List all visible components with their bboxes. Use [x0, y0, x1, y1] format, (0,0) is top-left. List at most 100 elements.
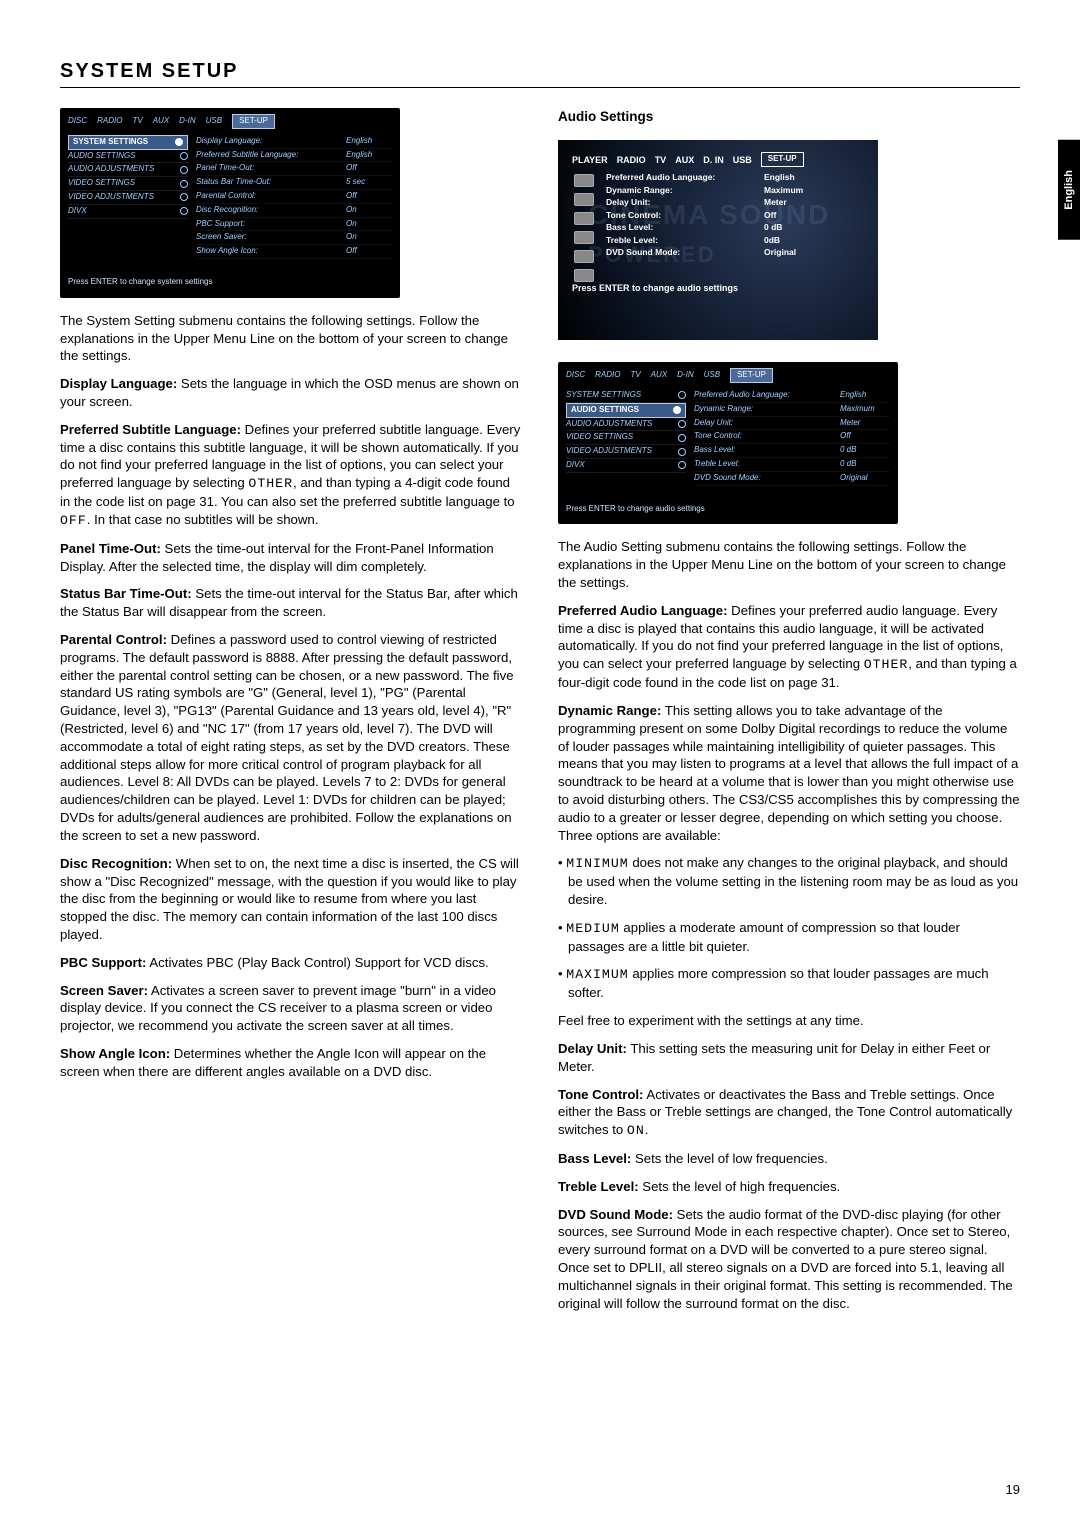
osd-setting-value: English [346, 149, 392, 163]
osd-setting-value: 5 sec [346, 176, 392, 190]
osd-setting-label: Screen Saver: [196, 231, 346, 245]
bullet-maximum: • MAXIMUM applies more compression so th… [558, 965, 1020, 1002]
osd-menu-item: VIDEO ADJUSTMENTS [566, 445, 686, 459]
osd-menu-item: SYSTEM SETTINGS [68, 135, 188, 150]
osd-tab-active: SET-UP [232, 114, 275, 129]
osd-setting-value: On [346, 231, 392, 245]
osd-tabs: DISC RADIO TV AUX D-IN USB SET-UP [566, 368, 890, 383]
osd-setting-label: Panel Time-Out: [196, 162, 346, 176]
radio-dot-icon [678, 434, 686, 442]
osd-tab: DISC [68, 116, 87, 127]
page-title: SYSTEM SETUP [60, 60, 1020, 83]
audio-settings-photo: CINEMA SOUND POWERED PLAYER RADIO TV AUX… [558, 140, 878, 340]
osd-setting-label: Preferred Subtitle Language: [196, 149, 346, 163]
photo-tab: USB [733, 154, 752, 166]
osd-setting-value: Off [346, 245, 392, 259]
osd-menu-item: SYSTEM SETTINGS [566, 389, 686, 403]
osd-menu-item: AUDIO SETTINGS [566, 403, 686, 418]
radio-dot-icon [678, 420, 686, 428]
page-number: 19 [1006, 1482, 1020, 1497]
photo-tab: AUX [675, 154, 694, 166]
bullet-minimum: • MINIMUM does not make any changes to t… [558, 854, 1020, 908]
para-parental-control: Parental Control: Defines a password use… [60, 631, 522, 845]
para-show-angle-icon: Show Angle Icon: Determines whether the … [60, 1045, 522, 1081]
osd-setting-value: 0 dB [840, 458, 890, 472]
source-icon [574, 174, 594, 187]
radio-dot-icon [180, 180, 188, 188]
para-experiment: Feel free to experiment with the setting… [558, 1012, 1020, 1030]
source-icon [574, 212, 594, 225]
source-icon [574, 231, 594, 244]
radio-dot-icon [180, 207, 188, 215]
photo-setting-row: Dynamic Range:Maximum [606, 185, 803, 196]
osd-setting-label: PBC Support: [196, 218, 346, 232]
osd-audio-settings-screenshot: DISC RADIO TV AUX D-IN USB SET-UP SYSTEM… [558, 362, 898, 524]
osd-tab: D-IN [179, 116, 195, 127]
photo-tab: PLAYER [572, 154, 608, 166]
osd-menu-item: VIDEO SETTINGS [566, 431, 686, 445]
para-display-language: Display Language: Sets the language in w… [60, 375, 522, 411]
osd-setting-value: English [840, 389, 890, 403]
osd-setting-value: Off [346, 162, 392, 176]
osd-tab: RADIO [97, 116, 122, 127]
photo-setting-row: Treble Level:0dB [606, 235, 803, 246]
osd-tab: AUX [651, 370, 667, 381]
para-bass-level: Bass Level: Sets the level of low freque… [558, 1150, 1020, 1168]
radio-dot-icon [678, 461, 686, 469]
osd-setting-label: Treble Level: [694, 458, 840, 472]
osd-setting-label: Delay Unit: [694, 417, 840, 431]
radio-dot-icon [180, 152, 188, 160]
photo-tab: D. IN [703, 154, 724, 166]
para-tone-control: Tone Control: Activates or deactivates t… [558, 1086, 1020, 1140]
photo-side-icons [574, 174, 594, 282]
photo-setting-row: Delay Unit:Meter [606, 197, 803, 208]
para-screen-saver: Screen Saver: Activates a screen saver t… [60, 982, 522, 1035]
osd-setting-label: Status Bar Time-Out: [196, 176, 346, 190]
audio-intro-text: The Audio Setting submenu contains the f… [558, 538, 1020, 591]
osd-setting-value: English [346, 135, 392, 149]
para-disc-recognition: Disc Recognition: When set to on, the ne… [60, 855, 522, 944]
audio-settings-heading: Audio Settings [558, 108, 1020, 126]
osd-menu-item: VIDEO ADJUSTMENTS [68, 191, 188, 205]
photo-setting-row: Tone Control:Off [606, 210, 803, 221]
radio-dot-icon [180, 166, 188, 174]
para-delay-unit: Delay Unit: This setting sets the measur… [558, 1040, 1020, 1076]
source-icon [574, 250, 594, 263]
osd-system-settings-screenshot: DISC RADIO TV AUX D-IN USB SET-UP SYSTEM… [60, 108, 400, 298]
osd-tab-active: SET-UP [730, 368, 773, 383]
osd-menu-item: AUDIO ADJUSTMENTS [68, 163, 188, 177]
para-panel-timeout: Panel Time-Out: Sets the time-out interv… [60, 540, 522, 576]
osd-setting-value: On [346, 218, 392, 232]
page-content: SYSTEM SETUP DISC RADIO TV AUX D-IN USB … [0, 0, 1080, 1362]
radio-dot-icon [678, 391, 686, 399]
osd-setting-label: Dynamic Range: [694, 403, 840, 417]
osd-tabs: DISC RADIO TV AUX D-IN USB SET-UP [68, 114, 392, 129]
right-column: Audio Settings CINEMA SOUND POWERED PLAY… [558, 108, 1020, 1322]
osd-setting-label: DVD Sound Mode: [694, 472, 840, 486]
osd-menu-item: AUDIO SETTINGS [68, 150, 188, 164]
language-tab: English [1058, 140, 1080, 240]
para-pbc-support: PBC Support: Activates PBC (Play Back Co… [60, 954, 522, 972]
para-preferred-audio: Preferred Audio Language: Defines your p… [558, 602, 1020, 692]
bullet-medium: • MEDIUM applies a moderate amount of co… [558, 919, 1020, 956]
osd-tab: RADIO [595, 370, 620, 381]
source-icon [574, 269, 594, 282]
photo-tab: RADIO [617, 154, 646, 166]
photo-tab: TV [655, 154, 667, 166]
photo-footer: Press ENTER to change audio settings [572, 282, 738, 294]
osd-tab: TV [630, 370, 640, 381]
osd-menu-item: DIVX [566, 459, 686, 473]
osd-tab: TV [132, 116, 142, 127]
left-column: DISC RADIO TV AUX D-IN USB SET-UP SYSTEM… [60, 108, 522, 1322]
intro-text: The System Setting submenu contains the … [60, 312, 522, 365]
osd-menu-item: DIVX [68, 205, 188, 219]
osd-setting-value: Off [840, 430, 890, 444]
radio-dot-icon [673, 406, 681, 414]
osd-setting-value: Off [346, 190, 392, 204]
photo-setting-row: DVD Sound Mode:Original [606, 247, 803, 258]
title-rule [60, 87, 1020, 88]
para-preferred-subtitle: Preferred Subtitle Language: Defines you… [60, 421, 522, 530]
osd-tab: USB [206, 116, 222, 127]
osd-tab: AUX [153, 116, 169, 127]
para-treble-level: Treble Level: Sets the level of high fre… [558, 1178, 1020, 1196]
